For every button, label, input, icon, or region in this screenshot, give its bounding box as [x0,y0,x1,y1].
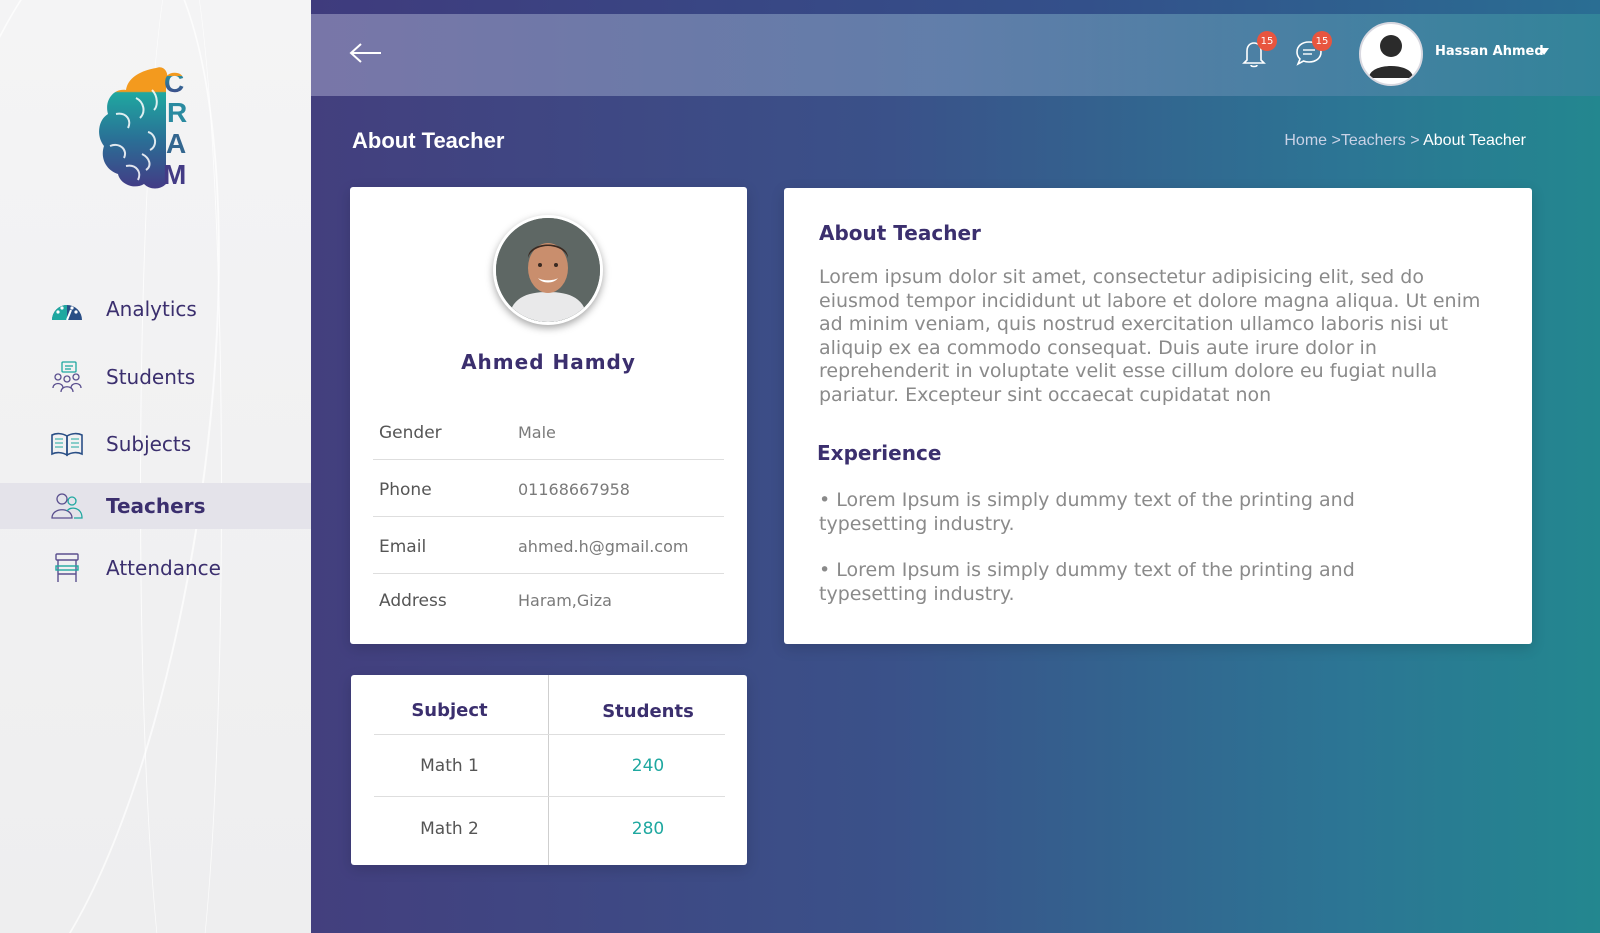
breadcrumb-teachers[interactable]: Teachers > [1341,132,1420,149]
sidebar: C R A M Analytics Students Subjects Teac… [0,0,311,933]
cram-logo[interactable]: C R A M [96,62,206,192]
open-book-icon [50,427,84,461]
info-label: Gender [379,423,442,443]
info-label: Email [379,537,427,557]
back-arrow-icon[interactable] [349,42,383,64]
about-card: About Teacher Lorem ipsum dolor sit amet… [784,188,1532,644]
experience-item: • Lorem Ipsum is simply dummy text of th… [819,489,1355,535]
table-cell-subject: Math 2 [420,819,479,839]
chevron-down-icon[interactable] [1539,48,1549,55]
students-group-icon [50,360,84,394]
info-value: ahmed.h@gmail.com [518,537,689,556]
logo-letter-c: C [164,67,184,98]
experience-heading: Experience [817,441,942,465]
sidebar-item-label: Subjects [106,432,192,456]
notifications-button[interactable]: 15 [1239,31,1277,70]
info-value: Haram,Giza [518,591,612,610]
sidebar-item-label: Teachers [106,494,206,518]
logo-letter-a: A [166,128,186,159]
main-content: 15 15 Hassan Ahmed About Teacher Home >T… [311,0,1600,933]
info-label: Phone [379,480,432,500]
top-strip [311,0,1600,14]
sidebar-item-label: Analytics [106,297,197,321]
page-title: About Teacher [352,128,505,153]
about-heading: About Teacher [819,221,981,245]
table-cell-subject: Math 1 [420,756,479,776]
sidebar-item-students[interactable]: Students [0,354,311,400]
profile-card: Ahmed Hamdy Gender Male Phone 0116866795… [350,187,747,644]
user-avatar[interactable] [1359,22,1423,86]
desk-chair-icon [50,551,84,585]
message-badge: 15 [1312,31,1332,51]
info-row-email: Email ahmed.h@gmail.com [373,517,724,574]
sidebar-item-subjects[interactable]: Subjects [0,421,311,467]
breadcrumb-home[interactable]: Home > [1284,132,1340,149]
experience-item: • Lorem Ipsum is simply dummy text of th… [819,559,1355,605]
notification-badge: 15 [1257,31,1277,51]
table-cell-students: 240 [631,756,665,776]
teachers-icon [50,489,84,523]
info-value: 01168667958 [518,480,630,499]
column-header-students: Students [602,701,694,722]
logo-letter-r: R [167,97,187,128]
top-header: 15 15 Hassan Ahmed [311,14,1600,96]
info-value: Male [518,423,556,442]
sidebar-item-label: Students [106,365,196,389]
breadcrumb: Home >Teachers > About Teacher [1284,132,1526,150]
subjects-table: Subject Students Math 1 240 Math 2 280 [351,675,747,865]
info-row-address: Address Haram,Giza [373,571,724,628]
sidebar-item-teachers[interactable]: Teachers [0,483,311,529]
messages-button[interactable]: 15 [1294,31,1332,70]
info-row-phone: Phone 01168667958 [373,460,724,517]
info-row-gender: Gender Male [373,403,724,460]
table-divider [374,734,725,735]
table-cell-students: 280 [631,819,665,839]
teacher-name: Ahmed Hamdy [461,350,636,374]
logo-letter-m: M [163,159,186,190]
breadcrumb-current: About Teacher [1423,132,1526,149]
sidebar-item-label: Attendance [106,556,221,580]
info-label: Address [379,591,447,611]
user-name[interactable]: Hassan Ahmed [1435,44,1544,59]
analytics-gauge-icon [50,292,84,326]
table-divider [374,796,725,797]
sidebar-item-attendance[interactable]: Attendance [0,545,311,591]
sidebar-item-analytics[interactable]: Analytics [0,286,311,332]
about-text: Lorem ipsum dolor sit amet, consectetur … [819,266,1481,406]
teacher-photo [493,215,603,325]
user-silhouette-icon [1369,35,1413,78]
column-header-subject: Subject [411,700,488,721]
